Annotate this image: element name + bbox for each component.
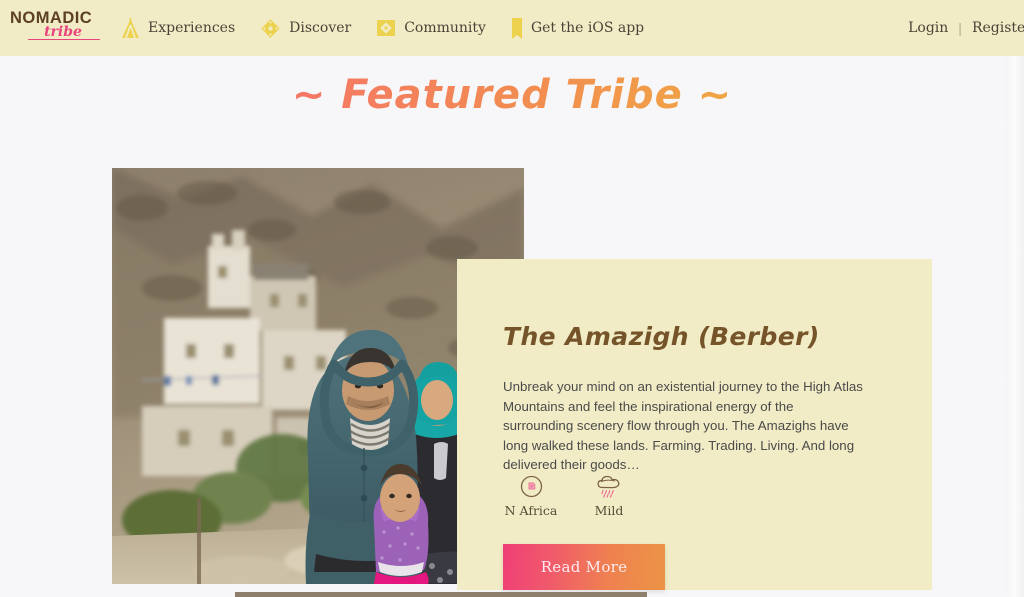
logo-script-text: tribe [24, 25, 102, 40]
nav-item-discover[interactable]: Discover [261, 0, 351, 56]
nav-label-experiences: Experiences [148, 20, 236, 36]
main-navigation: Experiences Discover Community Get the i… [122, 0, 670, 56]
site-header: NOMADIC tribe Experiences Discover Commu… [0, 0, 1024, 56]
meta-item-climate: Mild [580, 473, 638, 518]
nav-label-discover: Discover [289, 20, 352, 36]
next-tribe-card-peek[interactable] [235, 592, 647, 597]
nav-label-ios-app: Get the iOS app [530, 20, 645, 36]
nav-item-community[interactable]: Community [377, 0, 486, 56]
auth-separator: | [958, 20, 962, 36]
region-globe-icon [520, 473, 543, 500]
community-square-icon [377, 19, 396, 37]
teepee-icon [122, 18, 139, 38]
nav-item-ios-app[interactable]: Get the iOS app [511, 0, 645, 56]
page-title: ~ Featured Tribe ~ [0, 72, 1024, 118]
card-title: The Amazigh (Berber) [503, 322, 820, 351]
nav-item-experiences[interactable]: Experiences [122, 0, 235, 56]
meta-label-climate: Mild [594, 503, 624, 518]
phone-icon [511, 17, 522, 39]
meta-item-region: N Africa [502, 473, 560, 518]
card-description: Unbreak your mind on an existential jour… [503, 379, 863, 473]
weather-rain-cloud-icon [596, 473, 623, 500]
register-link[interactable]: Register [972, 20, 1024, 36]
auth-links: Login | Register [908, 0, 1024, 56]
site-logo[interactable]: NOMADIC tribe [10, 9, 102, 47]
page-scrollbar[interactable] [1006, 56, 1024, 597]
nav-label-community: Community [404, 20, 486, 36]
read-more-button[interactable]: Read More [503, 544, 665, 590]
login-link[interactable]: Login [908, 20, 948, 36]
next-card-thumbnail [235, 592, 647, 597]
featured-tribe-card: The Amazigh (Berber) Unbreak your mind o… [457, 259, 932, 590]
meta-label-region: N Africa [504, 503, 558, 518]
card-meta-list: N Africa Mild [502, 473, 638, 518]
compass-diamond-icon [261, 18, 280, 38]
